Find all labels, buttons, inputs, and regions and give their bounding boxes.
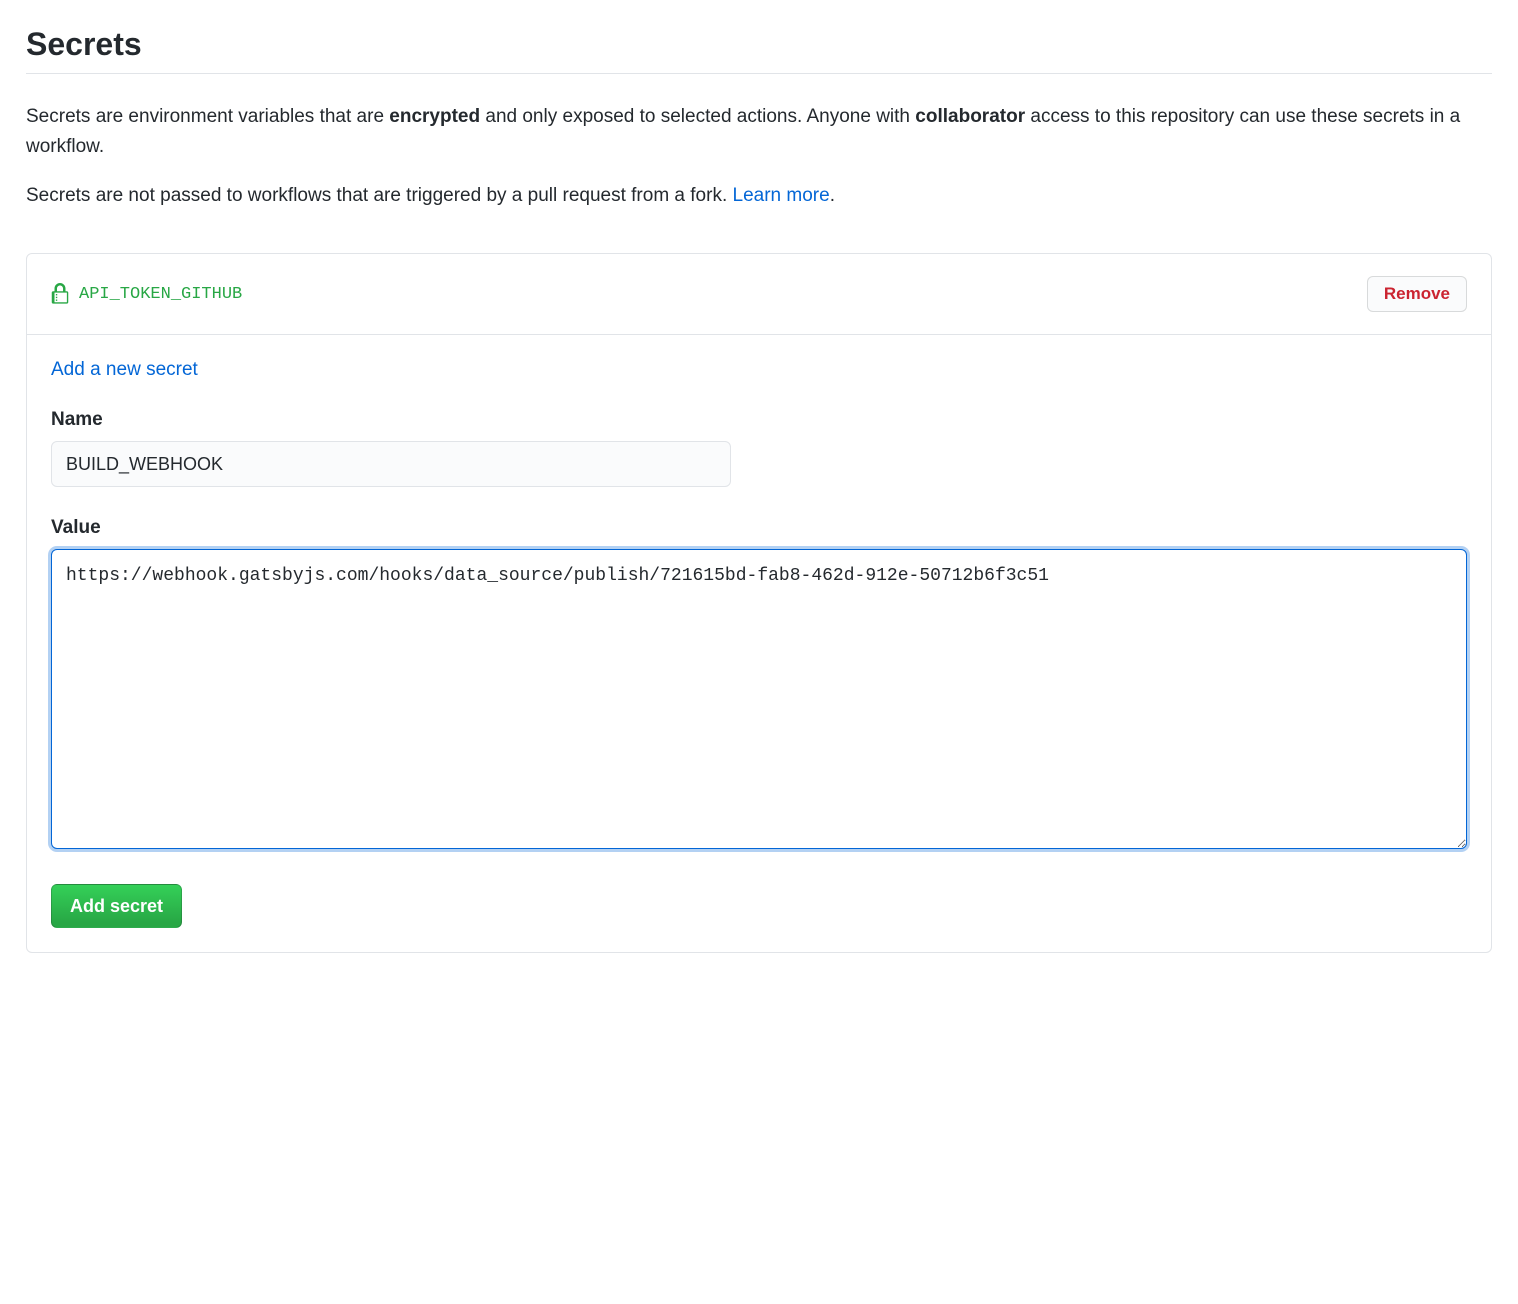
fork-note-text: Secrets are not passed to workflows that… — [26, 185, 733, 206]
fork-note: Secrets are not passed to workflows that… — [26, 181, 1492, 211]
add-new-secret-link[interactable]: Add a new secret — [51, 359, 198, 381]
name-label: Name — [51, 409, 1467, 431]
secret-row: API_TOKEN_GITHUB Remove — [27, 254, 1491, 335]
description-text-1: Secrets are environment variables that a… — [26, 106, 389, 127]
secrets-panel: API_TOKEN_GITHUB Remove Add a new secret… — [26, 253, 1492, 953]
secret-name-input[interactable] — [51, 441, 731, 487]
description-text-2: and only exposed to selected actions. An… — [480, 106, 915, 127]
fork-note-period: . — [830, 185, 835, 206]
secret-left: API_TOKEN_GITHUB — [51, 283, 242, 305]
add-secret-form: Add a new secret Name Value https://webh… — [27, 335, 1491, 952]
learn-more-link[interactable]: Learn more — [733, 185, 830, 206]
value-label: Value — [51, 517, 1467, 539]
secrets-description: Secrets are environment variables that a… — [26, 102, 1492, 163]
page-title: Secrets — [26, 26, 1492, 74]
form-actions: Add secret — [51, 884, 1467, 928]
description-bold-collaborator: collaborator — [915, 106, 1025, 127]
name-field-group: Name — [51, 409, 1467, 487]
secret-name: API_TOKEN_GITHUB — [79, 285, 242, 304]
add-secret-button[interactable]: Add secret — [51, 884, 182, 928]
description-bold-encrypted: encrypted — [389, 106, 480, 127]
lock-icon — [51, 283, 69, 305]
value-field-group: Value https://webhook.gatsbyjs.com/hooks… — [51, 517, 1467, 854]
remove-secret-button[interactable]: Remove — [1367, 276, 1467, 312]
secret-value-textarea[interactable]: https://webhook.gatsbyjs.com/hooks/data_… — [51, 549, 1467, 849]
